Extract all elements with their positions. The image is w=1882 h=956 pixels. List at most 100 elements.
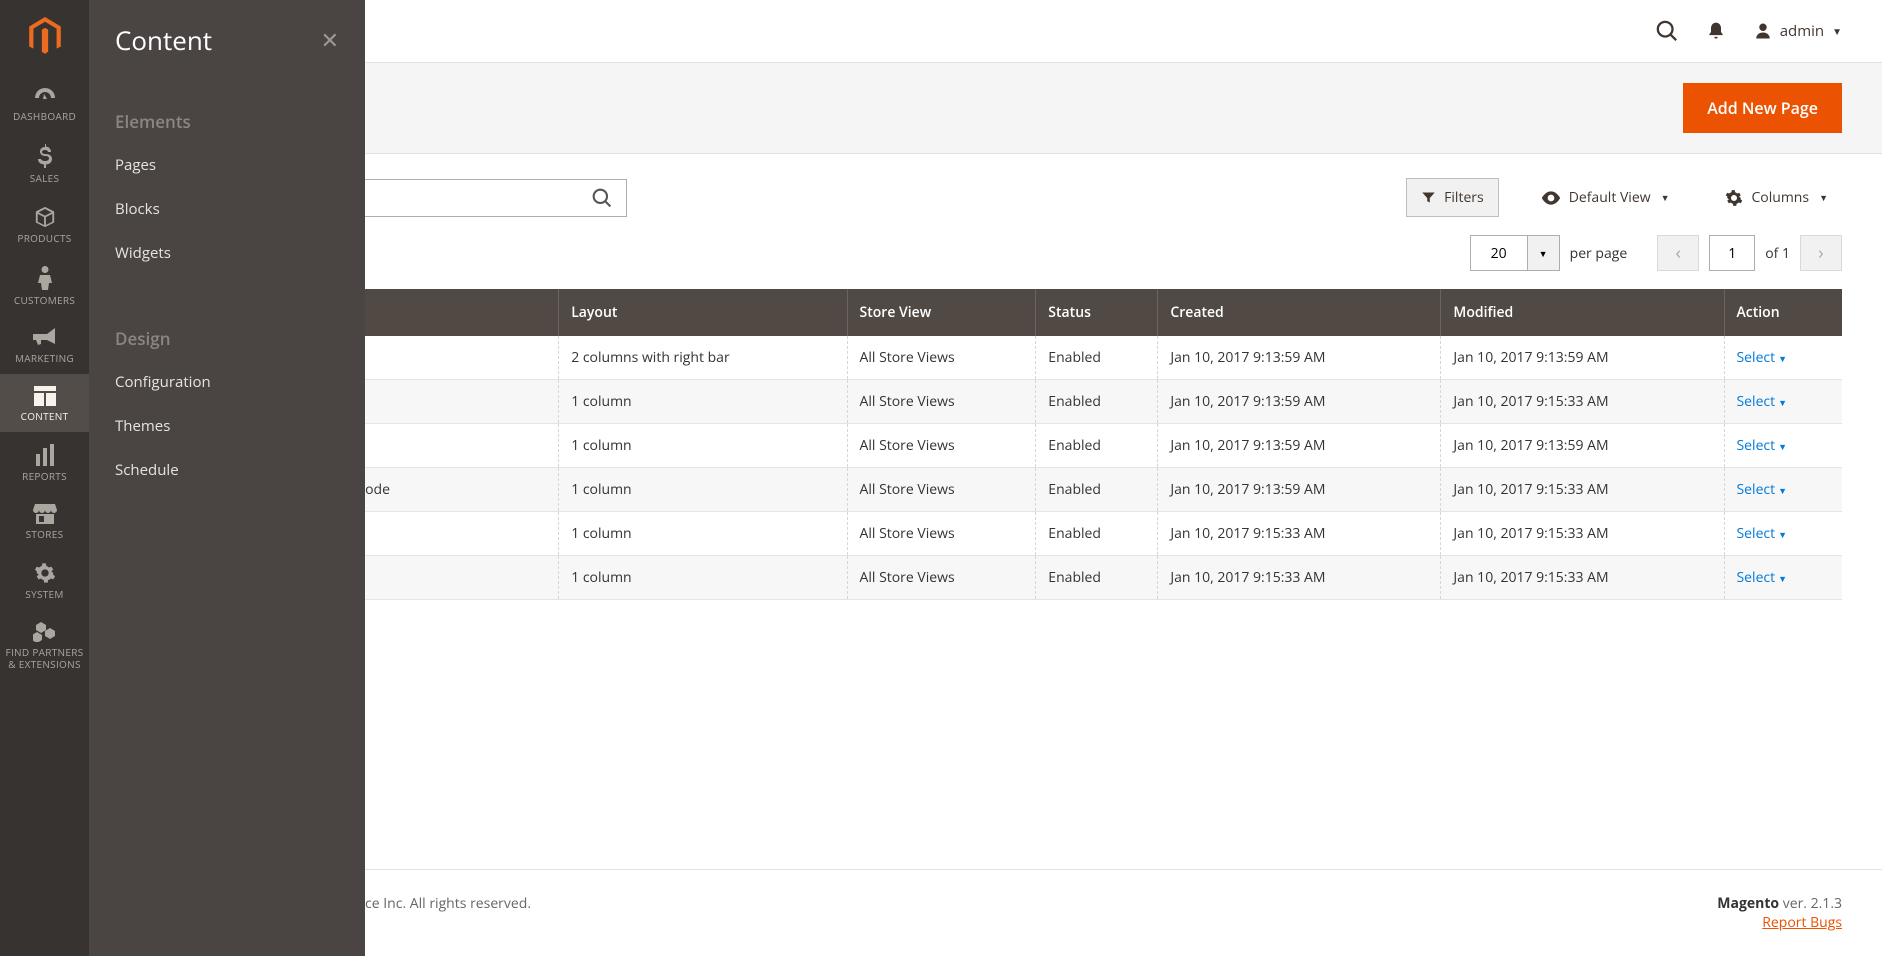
eye-icon <box>1541 191 1561 205</box>
row-action-select[interactable]: Select <box>1737 436 1776 455</box>
flyout-link-widgets[interactable]: Widgets <box>89 231 365 275</box>
column-header[interactable]: Created <box>1158 289 1441 336</box>
column-header[interactable]: Status <box>1036 289 1158 336</box>
chevron-right-icon: › <box>1818 241 1823 265</box>
next-page-button[interactable]: › <box>1800 235 1842 271</box>
column-header[interactable]: Store View <box>847 289 1036 336</box>
flyout-link-schedule[interactable]: Schedule <box>89 448 365 492</box>
table-row[interactable]: no-route2 columns with right barAll Stor… <box>129 336 1842 380</box>
row-action-select[interactable]: Select <box>1737 524 1776 543</box>
search-icon <box>592 188 612 208</box>
page-of-text: of 1 <box>1765 244 1790 263</box>
cell-action: Select▼ <box>1724 424 1842 468</box>
cell-layout: 1 column <box>559 380 847 424</box>
dollar-icon <box>38 144 52 168</box>
flyout-link-blocks[interactable]: Blocks <box>89 187 365 231</box>
chevron-left-icon: ‹ <box>1676 241 1681 265</box>
nav-item-dollar[interactable]: SALES <box>0 132 89 194</box>
nav-item-person[interactable]: CUSTOMERS <box>0 254 89 316</box>
flyout-section-title: Elements <box>89 86 365 143</box>
add-new-page-button[interactable]: Add New Page <box>1683 83 1842 133</box>
megaphone-icon <box>33 328 57 348</box>
columns-label: Columns <box>1751 188 1809 207</box>
flyout-link-pages[interactable]: Pages <box>89 143 365 187</box>
magento-logo[interactable] <box>0 0 89 74</box>
nav-label: CONTENT <box>21 410 69 422</box>
nav-item-bars[interactable]: REPORTS <box>0 432 89 492</box>
grid-view-controls: Filters Default View ▼ Columns ▼ <box>1406 178 1842 217</box>
per-page-dropdown[interactable]: ▼ <box>1527 236 1559 270</box>
row-action-select[interactable]: Select <box>1737 392 1776 411</box>
flyout-link-themes[interactable]: Themes <box>89 404 365 448</box>
table-row[interactable]: privacy-policy-cookie-restriction-mode1 … <box>129 468 1842 512</box>
report-bugs-link[interactable]: Report Bugs <box>1762 913 1842 932</box>
keyword-search-button[interactable] <box>578 180 626 216</box>
column-header[interactable]: Action <box>1724 289 1842 336</box>
nav-item-storefront[interactable]: STORES <box>0 492 89 550</box>
global-search-button[interactable] <box>1656 20 1678 42</box>
admin-user-menu[interactable]: admin ▼ <box>1754 21 1842 41</box>
table-row[interactable]: home1 columnAll Store ViewsEnabledJan 10… <box>129 380 1842 424</box>
cell-created: Jan 10, 2017 9:13:59 AM <box>1158 468 1441 512</box>
table-row[interactable]: customer-service1 columnAll Store ViewsE… <box>129 556 1842 600</box>
cell-action: Select▼ <box>1724 556 1842 600</box>
table-row[interactable]: enable-cookies1 columnAll Store ViewsEna… <box>129 424 1842 468</box>
cell-created: Jan 10, 2017 9:13:59 AM <box>1158 380 1441 424</box>
row-action-select[interactable]: Select <box>1737 348 1776 367</box>
dashboard-icon <box>33 86 57 106</box>
prev-page-button[interactable]: ‹ <box>1657 235 1699 271</box>
cell-status: Enabled <box>1036 512 1158 556</box>
cell-layout: 2 columns with right bar <box>559 336 847 380</box>
per-page-label: per page <box>1570 244 1628 263</box>
nav-item-megaphone[interactable]: MARKETING <box>0 316 89 374</box>
nav-label: MARKETING <box>15 352 74 364</box>
nav-label: SALES <box>30 172 60 184</box>
row-action-select[interactable]: Select <box>1737 568 1776 587</box>
row-action-select[interactable]: Select <box>1737 480 1776 499</box>
nav-item-dashboard[interactable]: DASHBOARD <box>0 74 89 132</box>
per-page-selector: 20 ▼ <box>1470 235 1560 271</box>
cell-layout: 1 column <box>559 512 847 556</box>
magento-logo-icon <box>27 17 63 57</box>
cell-layout: 1 column <box>559 424 847 468</box>
chevron-down-icon: ▼ <box>1832 24 1842 38</box>
cell-layout: 1 column <box>559 468 847 512</box>
nav-label: PRODUCTS <box>17 232 71 244</box>
chevron-down-icon: ▼ <box>1539 247 1548 260</box>
cell-modified: Jan 10, 2017 9:13:59 AM <box>1441 424 1724 468</box>
per-page-value: 20 <box>1471 244 1527 263</box>
person-icon <box>38 266 52 290</box>
flyout-link-configuration[interactable]: Configuration <box>89 360 365 404</box>
table-row[interactable]: about-us1 columnAll Store ViewsEnabledJa… <box>129 512 1842 556</box>
chevron-down-icon: ▼ <box>1778 484 1787 497</box>
nav-item-layout[interactable]: CONTENT <box>0 374 89 432</box>
nav-item-gear[interactable]: SYSTEM <box>0 550 89 610</box>
funnel-icon <box>1421 190 1436 205</box>
cell-modified: Jan 10, 2017 9:15:33 AM <box>1441 556 1724 600</box>
gear-icon <box>1725 189 1743 207</box>
nav-label: DASHBOARD <box>13 110 76 122</box>
flyout-title: Content <box>115 22 212 58</box>
box-icon <box>34 206 56 228</box>
page-number-input[interactable] <box>1709 235 1755 271</box>
default-view-button[interactable]: Default View ▼ <box>1527 179 1684 216</box>
cell-store: All Store Views <box>847 556 1036 600</box>
filters-button[interactable]: Filters <box>1406 178 1499 217</box>
column-header[interactable]: Modified <box>1441 289 1724 336</box>
notifications-button[interactable] <box>1706 21 1726 41</box>
cell-status: Enabled <box>1036 424 1158 468</box>
chevron-down-icon: ▼ <box>1778 352 1787 365</box>
cell-action: Select▼ <box>1724 380 1842 424</box>
nav-item-box[interactable]: PRODUCTS <box>0 194 89 254</box>
nav-item-blocks[interactable]: FIND PARTNERS& EXTENSIONS <box>0 610 89 680</box>
column-header[interactable]: Layout <box>559 289 847 336</box>
chevron-down-icon: ▼ <box>1778 440 1787 453</box>
nav-label: REPORTS <box>22 470 67 482</box>
storefront-icon <box>33 504 57 524</box>
nav-label: CUSTOMERS <box>14 294 75 306</box>
flyout-close-button[interactable]: ✕ <box>321 25 339 55</box>
default-view-label: Default View <box>1569 188 1651 207</box>
flyout-section: ElementsPagesBlocksWidgets <box>89 76 365 293</box>
columns-button[interactable]: Columns ▼ <box>1711 179 1842 216</box>
cell-action: Select▼ <box>1724 512 1842 556</box>
